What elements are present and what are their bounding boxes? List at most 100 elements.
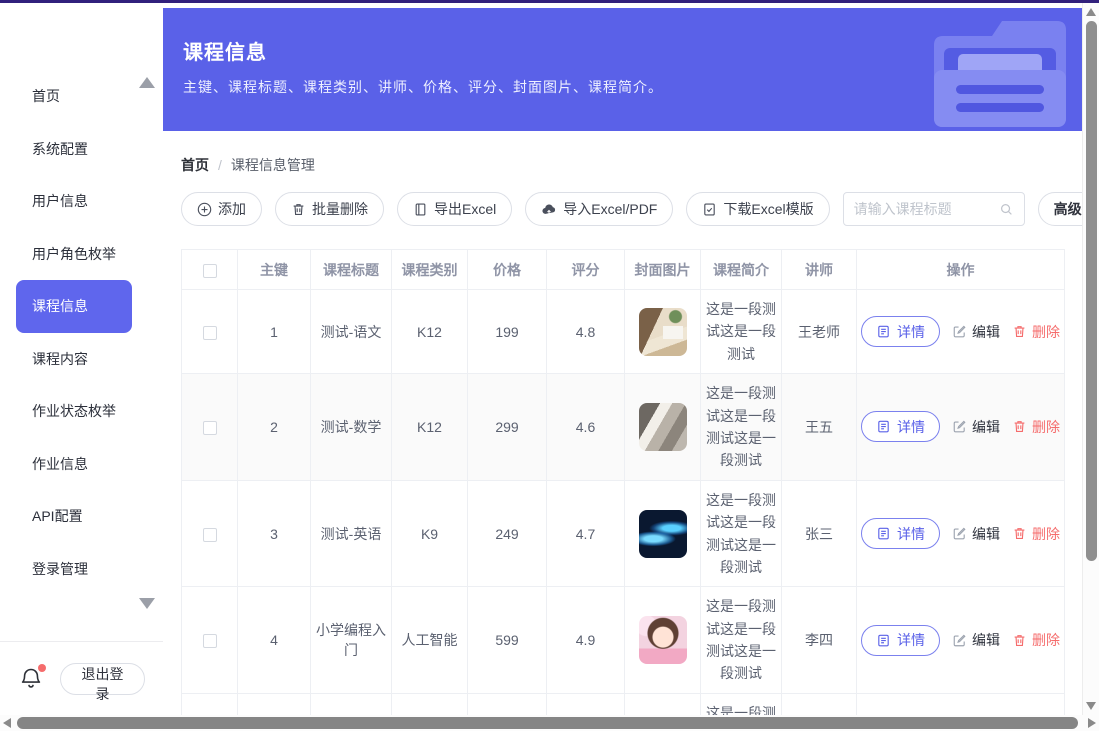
sidebar-item-用户信息[interactable]: 用户信息	[0, 175, 163, 228]
vertical-scrollbar-thumb[interactable]	[1086, 21, 1097, 561]
cloud-upload-icon	[541, 202, 557, 217]
export-excel-button[interactable]: 导出Excel	[397, 192, 512, 226]
trash-icon	[1012, 526, 1027, 541]
course-table: 主键课程标题课程类别价格评分封面图片课程简介讲师操作 1 测试-语文 K12 1…	[181, 249, 1065, 715]
row-actions: 详情 编辑 删除	[860, 411, 1061, 442]
sidebar-footer: 退出登录	[0, 641, 163, 715]
delete-button[interactable]: 删除	[1012, 322, 1060, 342]
row-checkbox[interactable]	[203, 634, 217, 648]
sidebar-item-label: 用户角色枚举	[32, 244, 116, 264]
cell-price: 249	[468, 480, 547, 587]
cover-image	[639, 510, 687, 558]
cell-rating: 4.5	[547, 693, 625, 715]
trash-icon	[1012, 633, 1027, 648]
horizontal-scrollbar[interactable]	[0, 715, 1099, 731]
folder-icon	[928, 15, 1072, 131]
cover-image	[639, 616, 687, 664]
scroll-down-arrow-icon[interactable]	[1086, 702, 1096, 710]
advanced-search-button[interactable]: 高级搜索	[1038, 192, 1082, 226]
breadcrumb-separator: /	[218, 157, 222, 173]
column-header: 主键	[238, 250, 311, 290]
cell-price: 199	[468, 290, 547, 374]
import-excel-button[interactable]: 导入Excel/PDF	[525, 192, 673, 226]
cell-course-title: 测试-语文	[311, 290, 392, 374]
sidebar-item-课程内容[interactable]: 课程内容	[0, 333, 163, 386]
search-input[interactable]	[854, 201, 999, 217]
cell-teacher: 王老师	[782, 290, 857, 374]
notification-bell-icon[interactable]	[18, 665, 44, 693]
cover-image	[639, 308, 687, 356]
column-header: 价格	[468, 250, 547, 290]
breadcrumb-home[interactable]: 首页	[181, 155, 209, 175]
sidebar-item-label: 课程内容	[32, 349, 88, 369]
sidebar-scroll-down-icon[interactable]	[139, 598, 155, 609]
edit-button[interactable]: 编辑	[952, 630, 1000, 650]
select-all-checkbox[interactable]	[203, 264, 217, 278]
sidebar-item-API配置[interactable]: API配置	[0, 490, 163, 543]
edit-button[interactable]: 编辑	[952, 524, 1000, 544]
add-button[interactable]: 添加	[181, 192, 262, 226]
download-template-button[interactable]: 下载Excel模版	[686, 192, 829, 226]
sidebar-item-课程信息[interactable]: 课程信息	[16, 280, 132, 333]
main-area: 课程信息 主键、课程标题、课程类别、讲师、价格、评分、封面图片、课程简介。 首页…	[163, 3, 1082, 715]
detail-button[interactable]: 详情	[861, 625, 940, 656]
row-checkbox[interactable]	[203, 326, 217, 340]
cell-teacher: 王五	[782, 374, 857, 481]
search-icon[interactable]	[999, 202, 1014, 217]
scroll-left-arrow-icon[interactable]	[3, 718, 11, 728]
detail-button[interactable]: 详情	[861, 411, 940, 442]
circle-plus-icon	[197, 202, 212, 217]
notification-dot	[38, 664, 46, 672]
edit-button[interactable]: 编辑	[952, 417, 1000, 437]
sidebar-item-作业信息[interactable]: 作业信息	[0, 438, 163, 491]
sidebar-item-label: 用户信息	[32, 191, 88, 211]
sidebar-item-作业状态枚举[interactable]: 作业状态枚举	[0, 385, 163, 438]
row-checkbox[interactable]	[203, 528, 217, 542]
scroll-up-arrow-icon[interactable]	[1086, 8, 1096, 16]
column-header: 操作	[857, 250, 1065, 290]
batch-delete-button[interactable]: 批量删除	[275, 192, 384, 226]
delete-button[interactable]: 删除	[1012, 417, 1060, 437]
edit-square-icon	[952, 633, 967, 648]
cell-intro: 这是一段测试这是一段测试这是一段测试	[701, 693, 782, 715]
detail-button[interactable]: 详情	[861, 518, 940, 549]
column-header: 评分	[547, 250, 625, 290]
vertical-scrollbar[interactable]	[1082, 3, 1099, 715]
table-row: 2 测试-数学 K12 299 4.6 这是一段测试这是一段测试这是一段测试 王…	[182, 374, 1065, 481]
delete-button[interactable]: 删除	[1012, 630, 1060, 650]
trash-icon	[1012, 324, 1027, 339]
document-lines-icon	[876, 419, 891, 434]
delete-button[interactable]: 删除	[1012, 524, 1060, 544]
sidebar-item-label: API配置	[32, 506, 83, 526]
document-lines-icon	[876, 324, 891, 339]
sidebar-scroll-up-icon[interactable]	[139, 77, 155, 88]
document-icon	[413, 202, 428, 217]
sidebar-item-系统配置[interactable]: 系统配置	[0, 123, 163, 176]
toolbar: 添加 批量删除 导出Excel 导入Excel/PDF 下载Excel模版	[181, 192, 1064, 226]
sidebar-item-用户角色枚举[interactable]: 用户角色枚举	[0, 228, 163, 281]
cell-course-title: 测试-政治	[311, 693, 392, 715]
row-checkbox[interactable]	[203, 421, 217, 435]
cell-price: 350	[468, 693, 547, 715]
scroll-right-arrow-icon[interactable]	[1088, 718, 1096, 728]
sidebar: 首页系统配置用户信息用户角色枚举课程信息课程内容作业状态枚举作业信息API配置登…	[0, 3, 163, 715]
course-table-wrap: 主键课程标题课程类别价格评分封面图片课程简介讲师操作 1 测试-语文 K12 1…	[181, 249, 1064, 715]
cell-category: 人工智能	[392, 587, 468, 694]
edit-square-icon	[952, 419, 967, 434]
sidebar-item-label: 系统配置	[32, 139, 88, 159]
horizontal-scrollbar-thumb[interactable]	[17, 717, 1078, 729]
sidebar-item-label: 作业信息	[32, 454, 88, 474]
cell-id: 2	[238, 374, 311, 481]
window-top-border	[0, 0, 1099, 3]
column-header: 课程类别	[392, 250, 468, 290]
edit-square-icon	[952, 526, 967, 541]
logout-button[interactable]: 退出登录	[60, 663, 145, 695]
sidebar-item-登录管理[interactable]: 登录管理	[0, 543, 163, 596]
sidebar-item-label: 登录管理	[32, 559, 88, 579]
edit-square-icon	[952, 324, 967, 339]
detail-button[interactable]: 详情	[861, 316, 940, 347]
edit-button[interactable]: 编辑	[952, 322, 1000, 342]
row-actions: 详情 编辑 删除	[860, 316, 1061, 347]
breadcrumb-current: 课程信息管理	[231, 155, 315, 175]
table-row: 4 小学编程入门 人工智能 599 4.9 这是一段测试这是一段测试这是一段测试…	[182, 587, 1065, 694]
